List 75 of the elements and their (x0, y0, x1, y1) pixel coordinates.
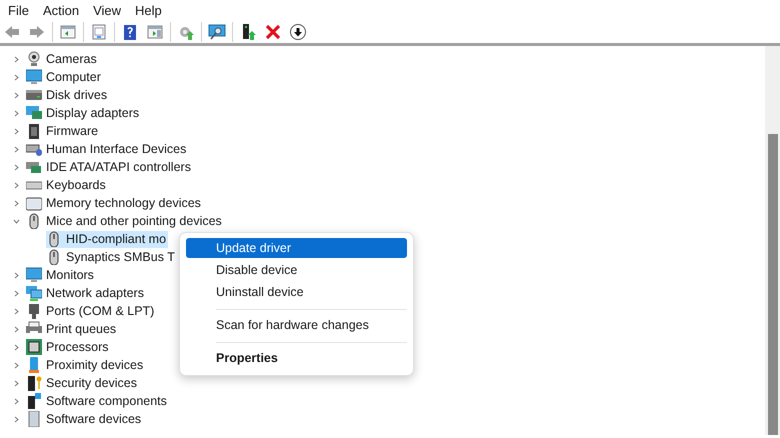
tree-item[interactable]: Disk drives (26, 86, 110, 104)
expand-chevron-icon[interactable] (13, 110, 20, 116)
expand-chevron-icon[interactable] (13, 416, 20, 422)
expand-chevron-icon[interactable] (13, 74, 20, 80)
menu-item[interactable]: Properties (186, 348, 407, 368)
monitor-icon (26, 267, 42, 283)
expand-chevron-icon[interactable] (13, 146, 20, 152)
menu-item[interactable]: View (86, 0, 128, 23)
tree-item[interactable]: Display adapters (26, 104, 142, 122)
expand-chevron-icon[interactable] (13, 362, 20, 368)
device-tower-icon (26, 411, 42, 427)
properties-sheet-icon[interactable] (90, 23, 108, 41)
network-monitors-icon (26, 285, 42, 301)
forward-arrow-icon[interactable] (28, 23, 46, 41)
expand-chevron-icon[interactable] (13, 56, 20, 62)
webcam-icon (26, 51, 42, 67)
expand-chevron-icon[interactable] (13, 308, 20, 314)
tree-item[interactable]: Proximity devices (26, 356, 146, 374)
menu-item[interactable]: File (1, 0, 36, 23)
expand-chevron-icon[interactable] (13, 380, 20, 386)
menu-item[interactable]: Help (128, 0, 169, 23)
expand-chevron-icon[interactable] (13, 398, 20, 404)
tree-item[interactable]: Human Interface Devices (26, 140, 188, 158)
tree-item[interactable]: IDE ATA/ATAPI controllers (26, 158, 193, 176)
tree-item[interactable]: Software components (26, 392, 169, 410)
tree-item[interactable]: Security devices (26, 374, 140, 392)
menu-item[interactable]: Scan for hardware changes (186, 315, 407, 335)
disk-drive-icon (26, 87, 42, 103)
processor-icon (26, 339, 42, 355)
tree-item[interactable]: Keyboards (26, 176, 108, 194)
expand-chevron-icon[interactable] (13, 92, 20, 98)
device-puzzle-icon (26, 393, 42, 409)
menu-item[interactable]: Update driver (186, 238, 407, 258)
uninstall-x-icon[interactable] (264, 23, 282, 41)
monitor-magnifier-icon[interactable] (208, 23, 226, 41)
back-arrow-icon[interactable] (3, 23, 21, 41)
display-adapter-icon (26, 105, 42, 121)
tree-item[interactable]: Processors (26, 338, 111, 356)
expand-chevron-icon[interactable] (13, 200, 20, 206)
help-icon[interactable] (121, 23, 139, 41)
expand-chevron-icon[interactable] (13, 164, 20, 170)
key-device-icon (26, 375, 42, 391)
menu-item[interactable]: Uninstall device (186, 282, 407, 302)
scrollbar-thumb[interactable] (768, 134, 778, 435)
console-tree-icon[interactable] (59, 23, 77, 41)
tree-item[interactable]: Mice and other pointing devices (26, 212, 224, 230)
expand-chevron-icon[interactable] (13, 182, 20, 188)
expand-chevron-icon[interactable] (13, 272, 20, 278)
action-pane-icon[interactable] (146, 23, 164, 41)
menu-item[interactable]: Disable device (186, 260, 407, 280)
tree-item[interactable]: Network adapters (26, 284, 146, 302)
controller-card-icon (26, 159, 42, 175)
expand-chevron-icon[interactable] (13, 128, 20, 134)
expand-chevron-icon[interactable] (13, 326, 20, 332)
chip-icon (26, 123, 42, 139)
menu-item[interactable]: Action (36, 0, 86, 23)
tree-item[interactable]: Firmware (26, 122, 100, 140)
collapse-chevron-icon[interactable] (13, 218, 20, 224)
monitor-icon (26, 69, 42, 85)
phone-icon (26, 357, 42, 373)
tree-item[interactable]: Software devices (26, 410, 144, 428)
port-plug-icon (26, 303, 42, 319)
expand-chevron-icon[interactable] (13, 344, 20, 350)
tree-item[interactable]: HID-compliant mo (46, 230, 168, 248)
tree-item[interactable]: Ports (COM & LPT) (26, 302, 156, 320)
memory-card-icon (26, 195, 42, 211)
scrollbar[interactable] (765, 46, 780, 435)
tree-item[interactable]: Monitors (26, 266, 96, 284)
expand-chevron-icon[interactable] (13, 290, 20, 296)
tree-item[interactable]: Synaptics SMBus T (46, 248, 177, 266)
tree-item[interactable]: Memory technology devices (26, 194, 203, 212)
tree-item[interactable]: Computer (26, 68, 103, 86)
tree-item[interactable]: Print queues (26, 320, 118, 338)
down-arrow-circle-icon[interactable] (289, 23, 307, 41)
tree-item[interactable]: Cameras (26, 50, 99, 68)
